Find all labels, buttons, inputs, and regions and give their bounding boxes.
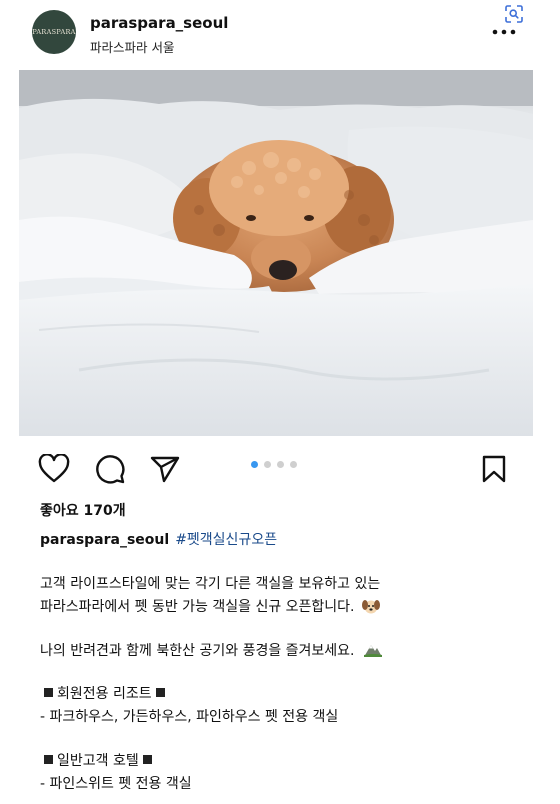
bookmark-icon — [482, 455, 506, 483]
avatar-logo-text: PARASPARA — [32, 28, 76, 36]
caption-line: 고객 라이프스타일에 맞는 각기 다른 객실을 보유하고 있는 — [40, 576, 381, 592]
comment-button[interactable] — [93, 452, 127, 486]
black-square-icon — [142, 755, 152, 764]
caption-header: paraspara_seoul #펫객실신규오픈 — [40, 529, 277, 549]
comment-icon — [96, 455, 125, 484]
post-location[interactable]: 파라스파라 서울 — [90, 37, 174, 56]
avatar[interactable]: PARASPARA — [32, 10, 76, 54]
likes-count[interactable]: 좋아요 170개 — [40, 500, 126, 520]
section-body: - 파크하우스, 가든하우스, 파인하우스 펫 전용 객실 — [40, 709, 339, 725]
more-options-icon[interactable] — [492, 28, 516, 36]
carousel-dot — [290, 461, 297, 468]
caption-line-with-emoji: 파라스파라에서 펫 동반 가능 객실을 신규 오픈합니다. — [40, 596, 381, 616]
post-image[interactable] — [19, 70, 533, 436]
caption-line: 나의 반려견과 함께 북한산 공기와 풍경을 즐겨보세요. — [40, 643, 355, 659]
section-title: 회원전용 리조트 — [40, 683, 169, 703]
carousel-dot-active — [251, 461, 258, 468]
post-username[interactable]: paraspara_seoul — [90, 14, 228, 32]
black-square-icon — [44, 755, 53, 764]
black-square-icon — [44, 688, 53, 697]
dog-photo — [19, 70, 533, 436]
section-title-text: 회원전용 리조트 — [57, 686, 152, 702]
carousel-dot — [264, 461, 271, 468]
caption-hashtag[interactable]: #펫객실신규오픈 — [175, 532, 277, 548]
section-body: - 파인스위트 펫 전용 객실 — [40, 776, 192, 792]
caption-line-with-emoji: 나의 반려견과 함께 북한산 공기와 풍경을 즐겨보세요. — [40, 640, 383, 660]
carousel-indicator — [251, 461, 297, 468]
send-icon — [150, 456, 180, 483]
caption-line: 파라스파라에서 펫 동반 가능 객실을 신규 오픈합니다. — [40, 599, 355, 615]
scan-icon[interactable] — [505, 5, 523, 23]
share-button[interactable] — [148, 452, 182, 486]
dog-face-emoji-icon — [361, 600, 380, 614]
carousel-dot — [277, 461, 284, 468]
save-button[interactable] — [477, 452, 511, 486]
black-square-icon — [155, 688, 165, 697]
section-title-text: 일반고객 호텔 — [57, 753, 139, 769]
post-header: PARASPARA paraspara_seoul 파라스파라 서울 — [0, 0, 560, 68]
heart-icon — [38, 454, 70, 483]
mountain-emoji-icon — [363, 645, 382, 657]
caption-username[interactable]: paraspara_seoul — [40, 532, 169, 548]
section-title: 일반고객 호텔 — [40, 750, 156, 770]
post-action-bar — [0, 448, 560, 490]
like-button[interactable] — [37, 452, 71, 486]
